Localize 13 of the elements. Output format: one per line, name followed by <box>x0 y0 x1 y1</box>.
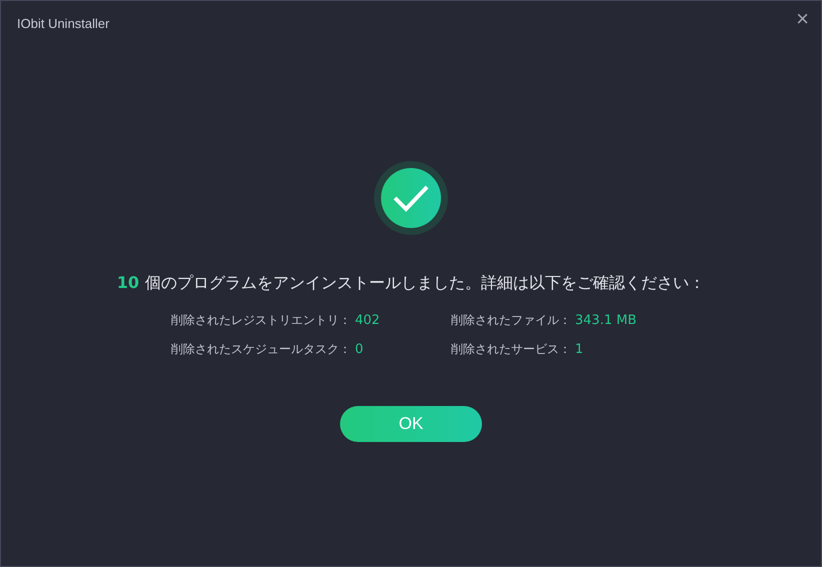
stat-label: 削除されたファイル： <box>451 312 571 329</box>
window-title: IObit Uninstaller <box>17 16 110 30</box>
stat-label: 削除されたスケジュールタスク： <box>171 341 351 358</box>
stat-value: 343.1 MB <box>575 313 636 328</box>
program-count: 10 <box>116 273 140 292</box>
close-button[interactable]: × <box>792 8 813 30</box>
stat-value: 1 <box>575 342 584 357</box>
stat-label: 削除されたサービス： <box>451 341 571 358</box>
result-message: 個のプログラムをアンインストールしました。詳細は以下をご確認ください： <box>145 273 706 294</box>
stat-value: 0 <box>355 342 364 357</box>
stat-label: 削除されたレジストリエントリ： <box>171 312 351 329</box>
checkmark-icon <box>374 161 448 235</box>
stat-value: 402 <box>355 313 380 328</box>
